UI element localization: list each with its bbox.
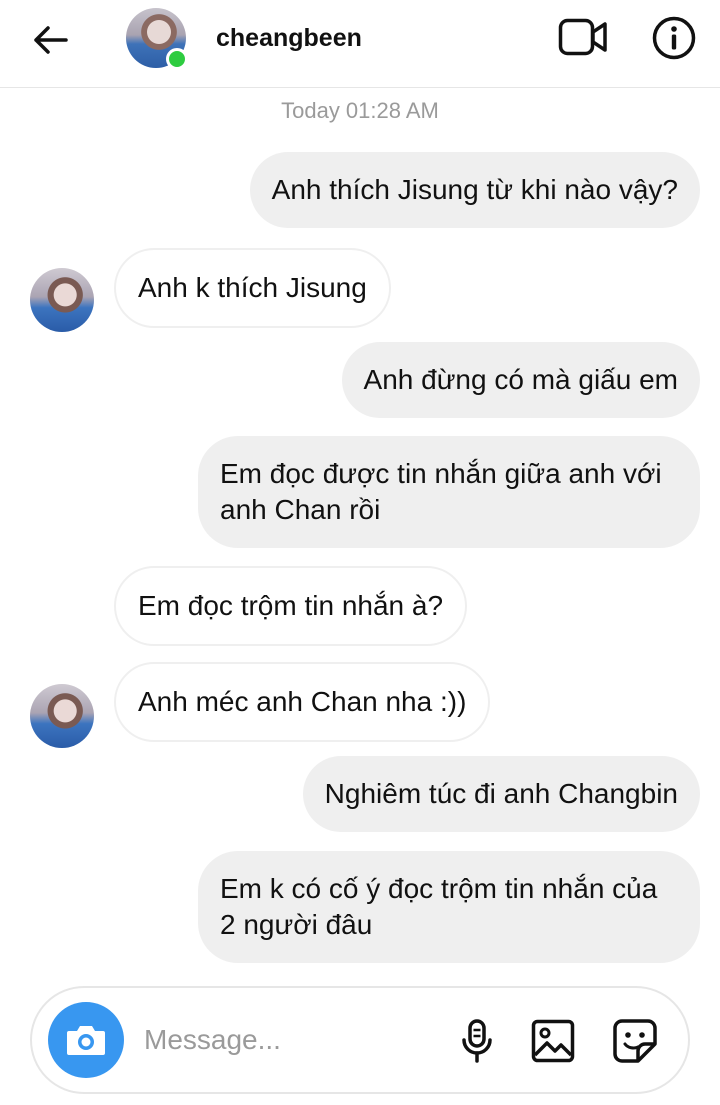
message-incoming[interactable]: Anh méc anh Chan nha :)) bbox=[114, 662, 491, 742]
camera-icon bbox=[67, 1026, 105, 1055]
message-outgoing[interactable]: Anh đừng có mà giấu em bbox=[341, 342, 700, 418]
message-incoming[interactable]: Em đọc trộm tin nhắn à? bbox=[114, 566, 468, 646]
info-icon bbox=[652, 16, 696, 60]
message-input[interactable] bbox=[144, 1018, 424, 1062]
gallery-button[interactable] bbox=[528, 1016, 578, 1066]
video-call-button[interactable] bbox=[556, 14, 610, 60]
back-arrow-icon bbox=[34, 26, 68, 54]
message-outgoing[interactable]: Anh thích Jisung từ khi nào vậy? bbox=[249, 152, 700, 228]
video-call-icon bbox=[558, 18, 607, 56]
message-outgoing[interactable]: Em k có cố ý đọc trộm tin nhắn của 2 ngư… bbox=[198, 851, 700, 963]
image-gallery-icon bbox=[531, 1019, 575, 1063]
sticker-button[interactable] bbox=[610, 1016, 660, 1066]
message-outgoing[interactable]: Nghiêm túc đi anh Changbin bbox=[302, 756, 700, 832]
sender-avatar[interactable] bbox=[30, 268, 94, 332]
thread-timestamp: Today 01:28 AM bbox=[281, 98, 439, 123]
message-composer bbox=[30, 986, 690, 1094]
online-status-indicator bbox=[166, 48, 188, 70]
info-button[interactable] bbox=[650, 14, 698, 62]
camera-button[interactable] bbox=[48, 1002, 124, 1078]
microphone-icon bbox=[462, 1019, 492, 1063]
contact-avatar[interactable] bbox=[126, 8, 188, 70]
back-button[interactable] bbox=[28, 18, 72, 62]
sticker-icon bbox=[613, 1019, 657, 1063]
contact-username[interactable]: cheangbeen bbox=[216, 24, 362, 53]
voice-message-button[interactable] bbox=[452, 1016, 502, 1066]
message-incoming[interactable]: Anh k thích Jisung bbox=[114, 248, 391, 328]
chat-header: cheangbeen bbox=[0, 0, 720, 88]
message-outgoing[interactable]: Em đọc được tin nhắn giữa anh với anh Ch… bbox=[198, 436, 700, 548]
sender-avatar[interactable] bbox=[30, 684, 94, 748]
